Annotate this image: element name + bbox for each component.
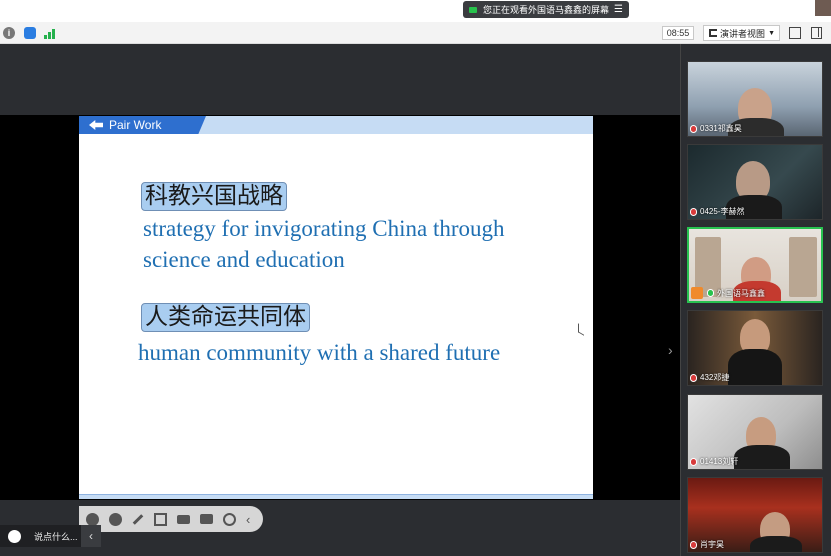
host-icon xyxy=(691,287,703,299)
mic-muted-icon xyxy=(690,373,697,382)
chevron-right-icon[interactable]: › xyxy=(668,342,673,358)
slide-header-label: Pair Work xyxy=(109,118,162,132)
presentation-slide: Pair Work 科教兴国战略 strategy for invigorati… xyxy=(79,116,593,499)
chinese-term: 科教兴国战略 xyxy=(141,182,287,211)
video-icon[interactable] xyxy=(177,514,190,524)
english-translation: human community with a shared future xyxy=(138,340,501,365)
chat-collapse-button[interactable]: ‹ xyxy=(81,525,101,547)
english-translation: strategy for invigorating China through xyxy=(143,216,505,241)
chevron-down-icon: ▼ xyxy=(768,29,775,37)
chat-placeholder[interactable]: 说点什么... xyxy=(34,530,78,543)
more-icon[interactable] xyxy=(223,512,236,526)
view-mode-label: 演讲者视图 xyxy=(720,28,766,39)
back-circle-icon[interactable] xyxy=(86,512,99,526)
participant-name: 0331祁鑫昊 xyxy=(690,123,742,134)
mic-active-icon xyxy=(707,289,714,297)
mic-muted-icon xyxy=(690,457,697,466)
person-body xyxy=(728,349,782,385)
view-mode-dropdown[interactable]: 演讲者视图 ▼ xyxy=(703,25,780,41)
arrow-left-icon xyxy=(89,120,103,130)
side-panel-icon[interactable] xyxy=(811,27,822,39)
bookshelf xyxy=(789,237,817,297)
mic-muted-icon xyxy=(690,540,697,549)
self-avatar[interactable] xyxy=(815,0,831,16)
speaker-view-icon xyxy=(709,29,717,37)
fullscreen-icon[interactable] xyxy=(789,27,801,39)
participant-tile[interactable]: 0331祁鑫昊 xyxy=(687,61,823,137)
message-icon[interactable] xyxy=(200,514,213,524)
english-translation: science and education xyxy=(143,247,345,272)
participant-tile[interactable]: 0425-李赫然 xyxy=(687,144,823,220)
shared-screen-stage: Pair Work 科教兴国战略 strategy for invigorati… xyxy=(0,44,680,556)
participant-name: 外国语马鑫鑫 xyxy=(691,287,765,299)
pair-work-tag: Pair Work xyxy=(79,116,206,134)
pen-icon[interactable] xyxy=(132,513,144,525)
top-bar: 您正在观看外国语马鑫鑫的屏幕 ☰ xyxy=(0,0,831,22)
participant-name: 432邓捷 xyxy=(690,372,729,383)
shield-icon[interactable] xyxy=(24,27,36,39)
camera-icon xyxy=(469,6,477,13)
participant-tile[interactable]: 01413刘轩 xyxy=(687,394,823,470)
mic-muted-icon xyxy=(690,124,697,133)
meeting-toolbar: i 08:55 演讲者视图 ▼ xyxy=(0,22,831,44)
collapse-toolbar-icon[interactable]: ‹ xyxy=(246,513,250,526)
slide-header: Pair Work xyxy=(79,116,593,134)
info-icon[interactable]: i xyxy=(3,27,15,39)
person-body xyxy=(734,445,790,469)
mic-muted-icon xyxy=(690,207,697,216)
participant-name: 01413刘轩 xyxy=(690,456,738,467)
screen-share-notice[interactable]: 您正在观看外国语马鑫鑫的屏幕 ☰ xyxy=(463,1,629,18)
participant-tile[interactable]: 432邓捷 xyxy=(687,310,823,386)
menu-icon[interactable]: ☰ xyxy=(614,4,623,15)
slide-footer-bar xyxy=(79,494,593,499)
chat-input-bar[interactable]: 说点什么... ‹ xyxy=(0,525,101,547)
screenshot-icon[interactable] xyxy=(154,512,167,526)
annotation-toolbar: ‹ xyxy=(79,506,263,532)
participant-name: 0425-李赫然 xyxy=(690,206,744,217)
participant-tile[interactable]: 肖宇昊 xyxy=(687,477,823,553)
participant-sidebar: ︿ 0331祁鑫昊 0425-李赫然 外国语马鑫鑫 432邓捷 01413刘轩 xyxy=(680,44,831,556)
chinese-term: 人类命运共同体 xyxy=(141,303,310,332)
meeting-timer: 08:55 xyxy=(662,26,694,40)
play-icon[interactable] xyxy=(109,512,122,526)
signal-icon[interactable] xyxy=(44,27,58,39)
emoji-icon[interactable] xyxy=(8,529,21,543)
person-body xyxy=(750,536,802,552)
participant-tile-speaking[interactable]: 外国语马鑫鑫 xyxy=(687,227,823,303)
share-notice-text: 您正在观看外国语马鑫鑫的屏幕 xyxy=(483,5,610,15)
participant-name: 肖宇昊 xyxy=(690,539,724,550)
